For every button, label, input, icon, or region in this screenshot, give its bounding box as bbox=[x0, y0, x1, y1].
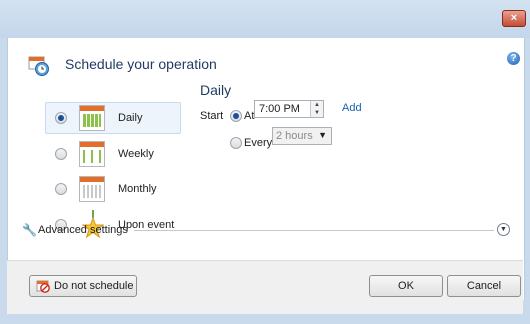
title-bar: × bbox=[0, 0, 530, 39]
radio-weekly[interactable] bbox=[55, 148, 67, 160]
page-title: Schedule your operation bbox=[65, 56, 217, 72]
expand-chevron-icon[interactable]: ▼ bbox=[497, 223, 510, 236]
every-value: 2 hours bbox=[276, 130, 313, 142]
option-daily[interactable]: Daily bbox=[45, 102, 181, 134]
ok-button[interactable]: OK bbox=[369, 275, 443, 297]
time-input[interactable]: 7:00 PM ▲ ▼ bbox=[254, 100, 324, 118]
close-button[interactable]: × bbox=[502, 10, 526, 27]
option-daily-label: Daily bbox=[118, 112, 143, 124]
window-border-bottom bbox=[0, 314, 530, 324]
option-weekly[interactable]: Weekly bbox=[46, 139, 180, 169]
option-monthly-label: Monthly bbox=[118, 183, 157, 195]
do-not-schedule-button[interactable]: Do not schedule bbox=[29, 275, 137, 297]
wrench-icon: 🔧 bbox=[22, 223, 37, 237]
advanced-settings-label: Advanced settings bbox=[38, 224, 128, 236]
time-value: 7:00 PM bbox=[259, 103, 300, 115]
time-spinner[interactable]: ▲ ▼ bbox=[310, 101, 323, 117]
divider bbox=[134, 230, 494, 231]
start-label: Start bbox=[200, 110, 224, 122]
cancel-button[interactable]: Cancel bbox=[447, 275, 521, 297]
schedule-dialog: × Schedule your operation ? Daily Weekly bbox=[0, 0, 530, 324]
section-title: Daily bbox=[200, 82, 232, 98]
radio-daily[interactable] bbox=[55, 112, 67, 124]
option-weekly-label: Weekly bbox=[118, 148, 154, 160]
help-icon[interactable]: ? bbox=[507, 52, 520, 65]
every-dropdown[interactable]: 2 hours ▼ bbox=[272, 127, 332, 145]
radio-every[interactable] bbox=[230, 137, 242, 149]
radio-monthly[interactable] bbox=[55, 183, 67, 195]
advanced-settings-row[interactable]: 🔧 Advanced settings ▼ bbox=[22, 223, 510, 237]
option-monthly[interactable]: Monthly bbox=[46, 174, 180, 204]
footer-bar: Do not schedule OK Cancel bbox=[7, 260, 523, 315]
every-label: Every bbox=[244, 137, 273, 149]
window-border-left bbox=[0, 38, 7, 324]
chevron-down-icon: ▼ bbox=[318, 130, 327, 140]
monthly-calendar-icon bbox=[79, 176, 105, 202]
no-schedule-icon bbox=[36, 280, 50, 293]
add-time-link[interactable]: Add bbox=[342, 102, 362, 114]
weekly-calendar-icon bbox=[79, 141, 105, 167]
at-label: At bbox=[244, 110, 255, 122]
radio-at[interactable] bbox=[230, 110, 242, 122]
daily-calendar-icon bbox=[79, 105, 105, 131]
calendar-clock-icon bbox=[28, 56, 49, 76]
do-not-schedule-label: Do not schedule bbox=[54, 280, 134, 292]
